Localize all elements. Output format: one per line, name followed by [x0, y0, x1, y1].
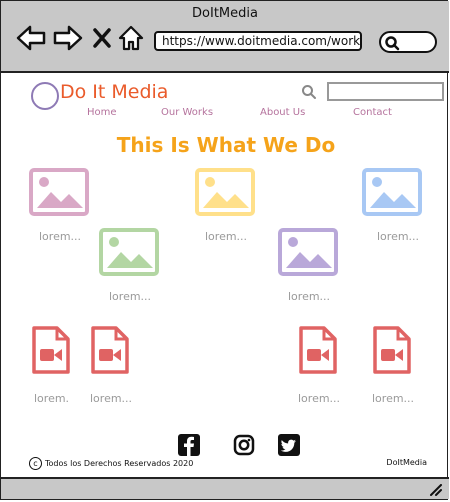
video-file-icon[interactable] — [90, 325, 130, 375]
nav-home[interactable]: Home — [87, 107, 117, 118]
resize-handle-icon[interactable] — [429, 484, 443, 496]
site-search-input[interactable] — [327, 82, 444, 101]
browser-statusbar — [1, 477, 449, 499]
search-icon — [385, 36, 400, 51]
forward-arrow-icon[interactable] — [53, 25, 83, 51]
image-placeholder-icon[interactable] — [362, 168, 422, 216]
footer-brand: DoItMedia — [386, 458, 427, 467]
image-caption: lorem... — [377, 230, 420, 243]
window-title: DoItMedia — [192, 6, 258, 21]
copyright-icon: c — [29, 457, 42, 470]
image-placeholder-icon[interactable] — [29, 168, 89, 216]
search-icon[interactable] — [301, 84, 317, 100]
video-file-icon[interactable] — [31, 325, 71, 375]
twitter-icon[interactable] — [278, 434, 300, 456]
browser-window: DoItMedia https://www.doitmedia.com/work… — [0, 0, 449, 500]
video-caption: lorem. — [34, 392, 70, 405]
image-caption: lorem... — [109, 290, 152, 303]
browser-titlebar: DoItMedia https://www.doitmedia.com/work — [1, 1, 449, 73]
image-placeholder-icon[interactable] — [99, 228, 159, 276]
image-caption: lorem... — [288, 290, 331, 303]
video-caption: lorem... — [298, 392, 341, 405]
nav-our-works[interactable]: Our Works — [161, 107, 213, 118]
browser-search-box[interactable] — [379, 31, 437, 53]
video-caption: lorem... — [90, 392, 133, 405]
url-bar[interactable]: https://www.doitmedia.com/work — [154, 31, 362, 51]
image-placeholder-icon[interactable] — [195, 168, 255, 216]
image-caption: lorem... — [39, 230, 82, 243]
logo-circle — [31, 82, 59, 110]
video-caption: lorem... — [372, 392, 415, 405]
nav-about-us[interactable]: About Us — [260, 107, 305, 118]
copyright-text: Todos los Derechos Reservados 2020 — [45, 459, 194, 468]
video-file-icon[interactable] — [372, 325, 412, 375]
site-brand[interactable]: Do It Media — [60, 81, 168, 103]
section-heading: This Is What We Do — [116, 133, 336, 157]
copyright-notice: c Todos los Derechos Reservados 2020 — [29, 457, 193, 470]
instagram-icon[interactable] — [233, 434, 255, 456]
home-icon[interactable] — [118, 25, 144, 51]
nav-contact[interactable]: Contact — [353, 107, 392, 118]
close-x-icon[interactable] — [93, 28, 111, 48]
image-caption: lorem... — [205, 230, 248, 243]
video-file-icon[interactable] — [298, 325, 338, 375]
image-placeholder-icon[interactable] — [278, 228, 338, 276]
facebook-icon[interactable] — [178, 434, 200, 456]
back-arrow-icon[interactable] — [16, 25, 46, 51]
